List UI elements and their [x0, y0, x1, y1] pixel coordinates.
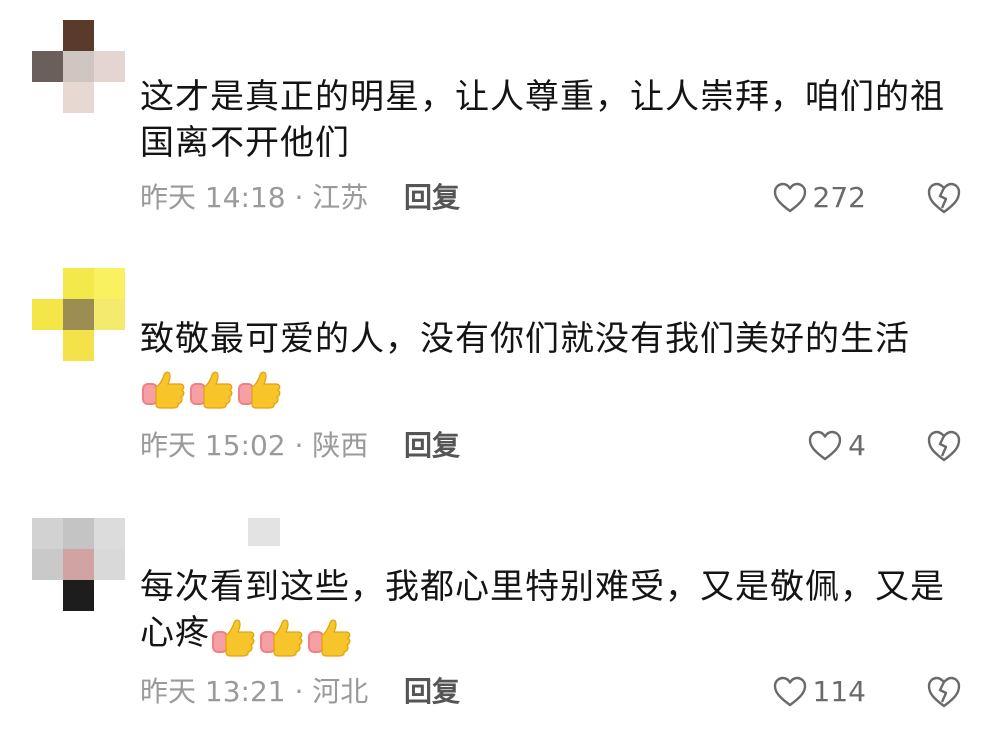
avatar[interactable] — [32, 20, 125, 113]
broken-heart-icon[interactable] — [926, 428, 962, 464]
avatar-pixel — [94, 268, 125, 299]
comment-time-location: 昨天 14:18 · 江苏 — [140, 181, 369, 214]
comment-text: 这才是真正的明星，让人尊重，让人崇拜，咱们的祖国离不开他们 — [140, 77, 945, 163]
avatar-pixel — [32, 20, 63, 51]
thumbs-up-icon — [236, 367, 282, 409]
emoji-row — [140, 364, 284, 410]
like-count: 114 — [812, 675, 866, 708]
avatar-pixel — [32, 82, 63, 113]
heart-outline-icon — [773, 182, 806, 213]
avatar[interactable] — [32, 268, 125, 361]
avatar-pixel — [63, 51, 94, 82]
avatar-pixel — [94, 549, 125, 580]
thumbs-up-icon — [306, 615, 352, 657]
comment-text: 致敬最可爱的人，没有你们就没有我们美好的生活 — [140, 316, 960, 410]
comment-time-location: 昨天 15:02 · 陕西 — [140, 429, 369, 462]
avatar-pixel — [32, 299, 63, 330]
reply-button[interactable]: 回复 — [404, 426, 460, 466]
avatar-pixel — [32, 580, 63, 611]
like-button[interactable]: 114 — [773, 672, 866, 712]
avatar-pixel — [32, 518, 63, 549]
avatar-pixel — [63, 580, 94, 611]
avatar-pixel — [94, 518, 125, 549]
emoji-row — [210, 612, 354, 658]
avatar-pixel — [94, 20, 125, 51]
avatar-pixel — [63, 330, 94, 361]
like-count: 4 — [848, 429, 866, 462]
comment-meta: 昨天 13:21 · 河北 回复 — [140, 672, 460, 712]
avatar-pixel — [63, 549, 94, 580]
avatar-pixel — [32, 330, 63, 361]
thumbs-up-icon — [140, 367, 186, 409]
avatar-pixel — [32, 268, 63, 299]
thumbs-up-icon — [210, 615, 256, 657]
like-button[interactable]: 272 — [773, 178, 866, 218]
like-count: 272 — [812, 181, 866, 214]
thumbs-up-icon — [188, 367, 234, 409]
avatar-pixel — [94, 51, 125, 82]
comment-time-location: 昨天 13:21 · 河北 — [140, 675, 369, 708]
comment-text: 每次看到这些，我都心里特别难受，又是敬佩，又是心疼 — [140, 564, 960, 658]
avatar-pixel — [63, 518, 94, 549]
reply-button[interactable]: 回复 — [404, 178, 460, 218]
avatar-pixel — [94, 299, 125, 330]
username-pixelated — [248, 518, 280, 546]
broken-heart-icon[interactable] — [926, 180, 962, 216]
avatar-pixel — [32, 549, 63, 580]
avatar-pixel — [63, 20, 94, 51]
thumbs-up-icon — [258, 615, 304, 657]
avatar-pixel — [63, 268, 94, 299]
like-button[interactable]: 4 — [808, 426, 866, 466]
comment-meta: 昨天 14:18 · 江苏 回复 — [140, 178, 460, 218]
heart-outline-icon — [773, 676, 806, 707]
comment-meta: 昨天 15:02 · 陕西 回复 — [140, 426, 460, 466]
broken-heart-icon[interactable] — [926, 674, 962, 710]
heart-outline-icon — [808, 430, 842, 461]
comment-text-body: 致敬最可爱的人，没有你们就没有我们美好的生活 — [140, 319, 910, 359]
avatar[interactable] — [32, 518, 125, 611]
avatar-pixel — [94, 580, 125, 611]
avatar-pixel — [63, 299, 94, 330]
avatar-pixel — [63, 82, 94, 113]
reply-button[interactable]: 回复 — [404, 672, 460, 712]
avatar-pixel — [32, 51, 63, 82]
avatar-pixel — [94, 330, 125, 361]
avatar-pixel — [94, 82, 125, 113]
